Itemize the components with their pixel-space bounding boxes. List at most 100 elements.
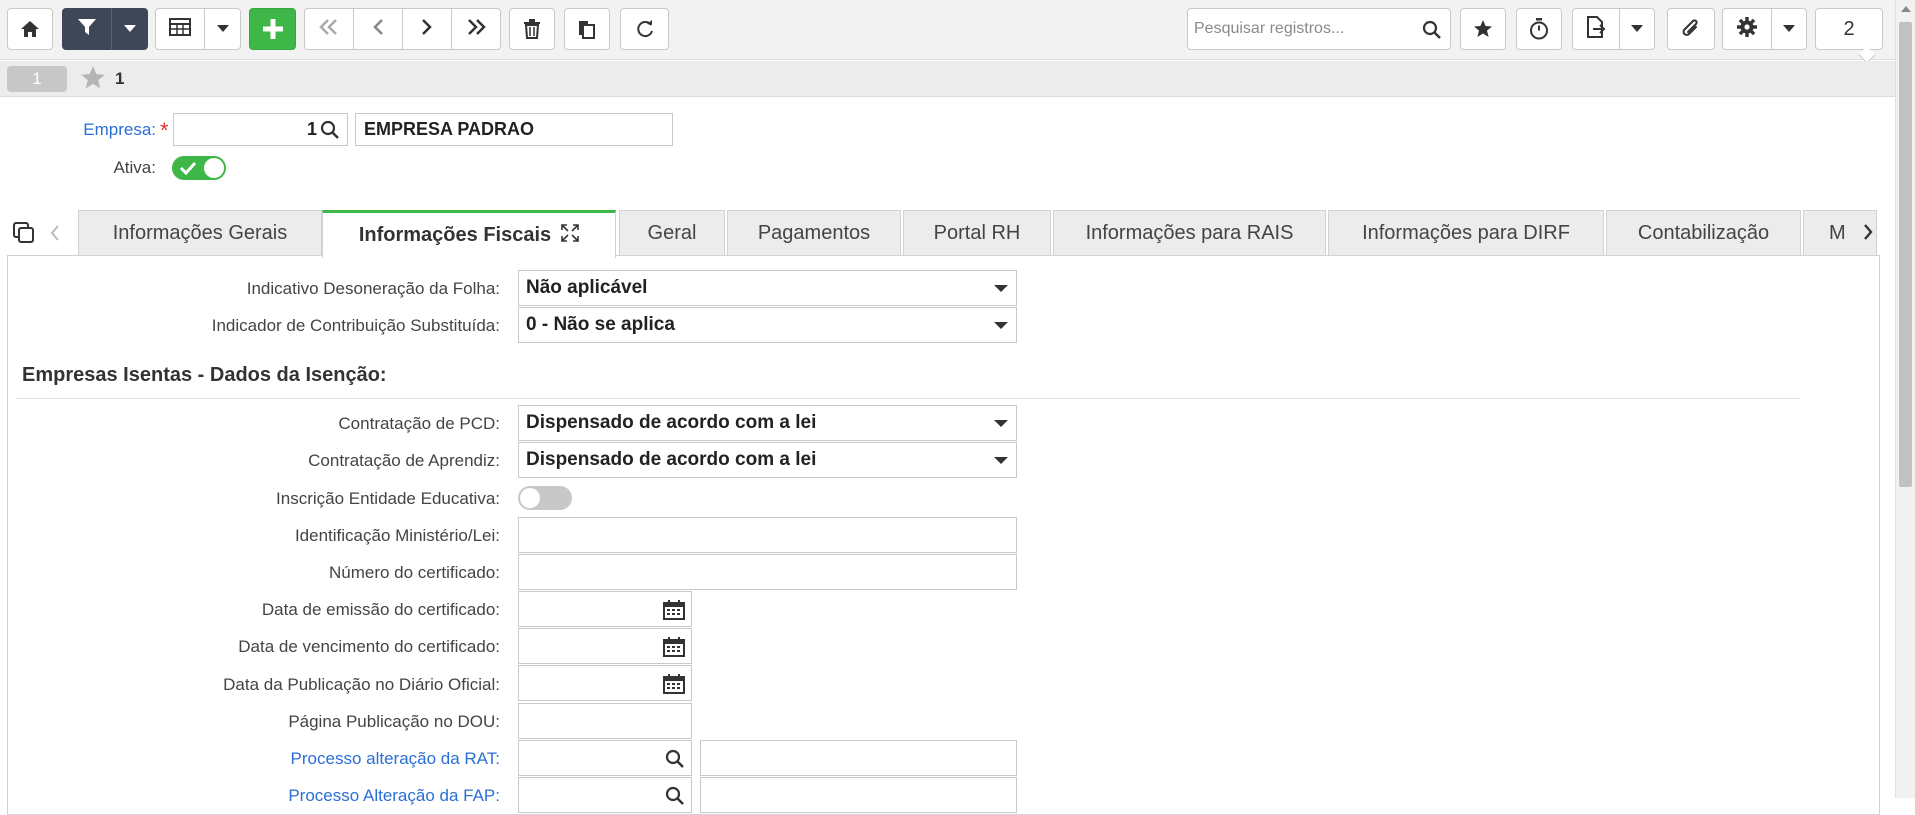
tab-informacoes-dirf[interactable]: Informações para DIRF <box>1328 210 1604 256</box>
tab-contabilizacao[interactable]: Contabilização <box>1606 210 1801 256</box>
next-icon <box>420 18 434 41</box>
processo-rat-input[interactable] <box>518 740 692 776</box>
data-emissao-label: Data de emissão do certificado: <box>261 600 500 619</box>
search-icon[interactable] <box>665 749 685 774</box>
tab-informacoes-gerais[interactable]: Informações Gerais <box>78 210 322 256</box>
scroll-up-icon[interactable] <box>1901 6 1911 12</box>
favorite-button[interactable] <box>1460 8 1506 50</box>
attach-button[interactable] <box>1667 8 1715 50</box>
filter-icon <box>77 17 97 42</box>
tab-informacoes-fiscais[interactable]: Informações Fiscais <box>322 210 616 258</box>
home-icon <box>20 19 40 39</box>
data-publicacao-input[interactable] <box>518 665 692 701</box>
refresh-icon <box>635 19 655 39</box>
grid-view-button[interactable] <box>155 8 205 50</box>
copy-button[interactable] <box>564 8 610 50</box>
chevron-down-icon <box>994 457 1008 464</box>
pcd-label: Contratação de PCD: <box>338 414 500 433</box>
settings-button[interactable] <box>1722 8 1772 50</box>
data-vencimento-input[interactable] <box>518 628 692 664</box>
contribuicao-select[interactable]: 0 - Não se aplica <box>518 307 1017 343</box>
navigation-group <box>304 8 501 50</box>
pagina-dou-label: Página Publicação no DOU: <box>288 712 500 731</box>
export-button[interactable] <box>1572 8 1620 50</box>
toggle-knob <box>520 488 540 508</box>
toolbar: 2 <box>0 0 1895 64</box>
empresa-code-field[interactable]: 1 <box>173 113 348 146</box>
grid-icon <box>169 17 191 41</box>
star-icon[interactable] <box>80 65 106 96</box>
empresa-label[interactable]: Empresa: <box>60 120 156 140</box>
calendar-icon[interactable] <box>663 674 685 699</box>
record-tab[interactable]: 1 <box>7 66 67 92</box>
numero-certificado-input[interactable] <box>518 554 1017 590</box>
data-emissao-input[interactable] <box>518 591 692 627</box>
section-title: Empresas Isentas - Dados da Isenção: <box>22 364 387 386</box>
scroll-thumb[interactable] <box>1899 22 1912 487</box>
last-record-button[interactable] <box>451 8 501 50</box>
calendar-icon[interactable] <box>663 637 685 662</box>
plus-icon <box>262 18 284 40</box>
identificacao-label: Identificação Ministério/Lei: <box>294 526 500 545</box>
delete-button[interactable] <box>509 8 555 50</box>
search-icon[interactable] <box>320 120 340 145</box>
chevron-down-icon <box>216 20 229 38</box>
favorite-count: 1 <box>115 69 125 88</box>
home-button[interactable] <box>7 8 53 50</box>
search-icon[interactable] <box>1422 20 1442 45</box>
tab-pagamentos[interactable]: Pagamentos <box>727 210 901 256</box>
processo-fap-label[interactable]: Processo Alteração da FAP: <box>100 786 500 806</box>
pagina-dou-input[interactable] <box>518 703 692 739</box>
prev-record-button[interactable] <box>353 8 403 50</box>
tabs-scroll-right-icon[interactable] <box>1862 223 1874 246</box>
search-icon[interactable] <box>665 786 685 811</box>
filter-button[interactable] <box>62 8 112 50</box>
inscricao-toggle[interactable] <box>518 486 572 510</box>
filter-group <box>62 8 148 50</box>
tab-geral[interactable]: Geral <box>619 210 725 256</box>
record-counter[interactable]: 2 <box>1815 8 1883 50</box>
data-vencimento-label: Data de vencimento do certificado: <box>238 637 500 656</box>
processo-fap-input[interactable] <box>518 777 692 813</box>
toggle-knob <box>204 158 224 178</box>
copy-icon <box>577 19 597 39</box>
ativa-toggle[interactable] <box>172 156 226 180</box>
export-icon <box>1586 15 1606 43</box>
numero-certificado-label: Número do certificado: <box>328 563 500 582</box>
identificacao-input[interactable] <box>518 517 1017 553</box>
calendar-icon[interactable] <box>663 600 685 625</box>
refresh-button[interactable] <box>620 8 669 50</box>
empresa-name-field[interactable]: EMPRESA PADRAO <box>355 113 673 146</box>
desoneracao-select[interactable]: Não aplicável <box>518 270 1017 306</box>
timer-button[interactable] <box>1516 8 1562 50</box>
expand-icon[interactable] <box>561 223 579 248</box>
processo-rat-label[interactable]: Processo alteração da RAT: <box>100 749 500 769</box>
star-icon <box>1473 19 1493 39</box>
export-dropdown-button[interactable] <box>1619 8 1655 50</box>
tab-portal-rh[interactable]: Portal RH <box>903 210 1051 256</box>
filter-dropdown-button[interactable] <box>111 8 148 50</box>
contribuicao-label: Indicador de Contribuição Substituída: <box>211 316 500 335</box>
tab-label: Contabilização <box>1637 222 1770 244</box>
desoneracao-label: Indicativo Desoneração da Folha: <box>246 279 500 298</box>
aprendiz-label: Contratação de Aprendiz: <box>308 451 500 470</box>
pcd-select[interactable]: Dispensado de acordo com a lei <box>518 405 1017 441</box>
tab-label: Pagamentos <box>757 222 871 244</box>
select-value: Não aplicável <box>526 277 648 298</box>
copy-tabs-icon[interactable] <box>12 221 36 250</box>
tabs-scroll-left-icon[interactable] <box>49 224 61 247</box>
add-record-button[interactable] <box>249 8 296 50</box>
view-dropdown-button[interactable] <box>204 8 241 50</box>
empresa-code: 1 <box>306 119 317 139</box>
tab-informacoes-rais[interactable]: Informações para RAIS <box>1053 210 1326 256</box>
vertical-scrollbar[interactable] <box>1895 0 1915 798</box>
chevron-down-icon <box>123 20 136 38</box>
settings-dropdown-button[interactable] <box>1771 8 1807 50</box>
aprendiz-select[interactable]: Dispensado de acordo com a lei <box>518 442 1017 478</box>
tab-label: Portal RH <box>933 222 1021 244</box>
first-record-button[interactable] <box>304 8 354 50</box>
search-input[interactable] <box>1194 9 1414 49</box>
chevron-down-icon <box>994 285 1008 292</box>
next-record-button[interactable] <box>402 8 452 50</box>
search-box <box>1187 8 1451 50</box>
